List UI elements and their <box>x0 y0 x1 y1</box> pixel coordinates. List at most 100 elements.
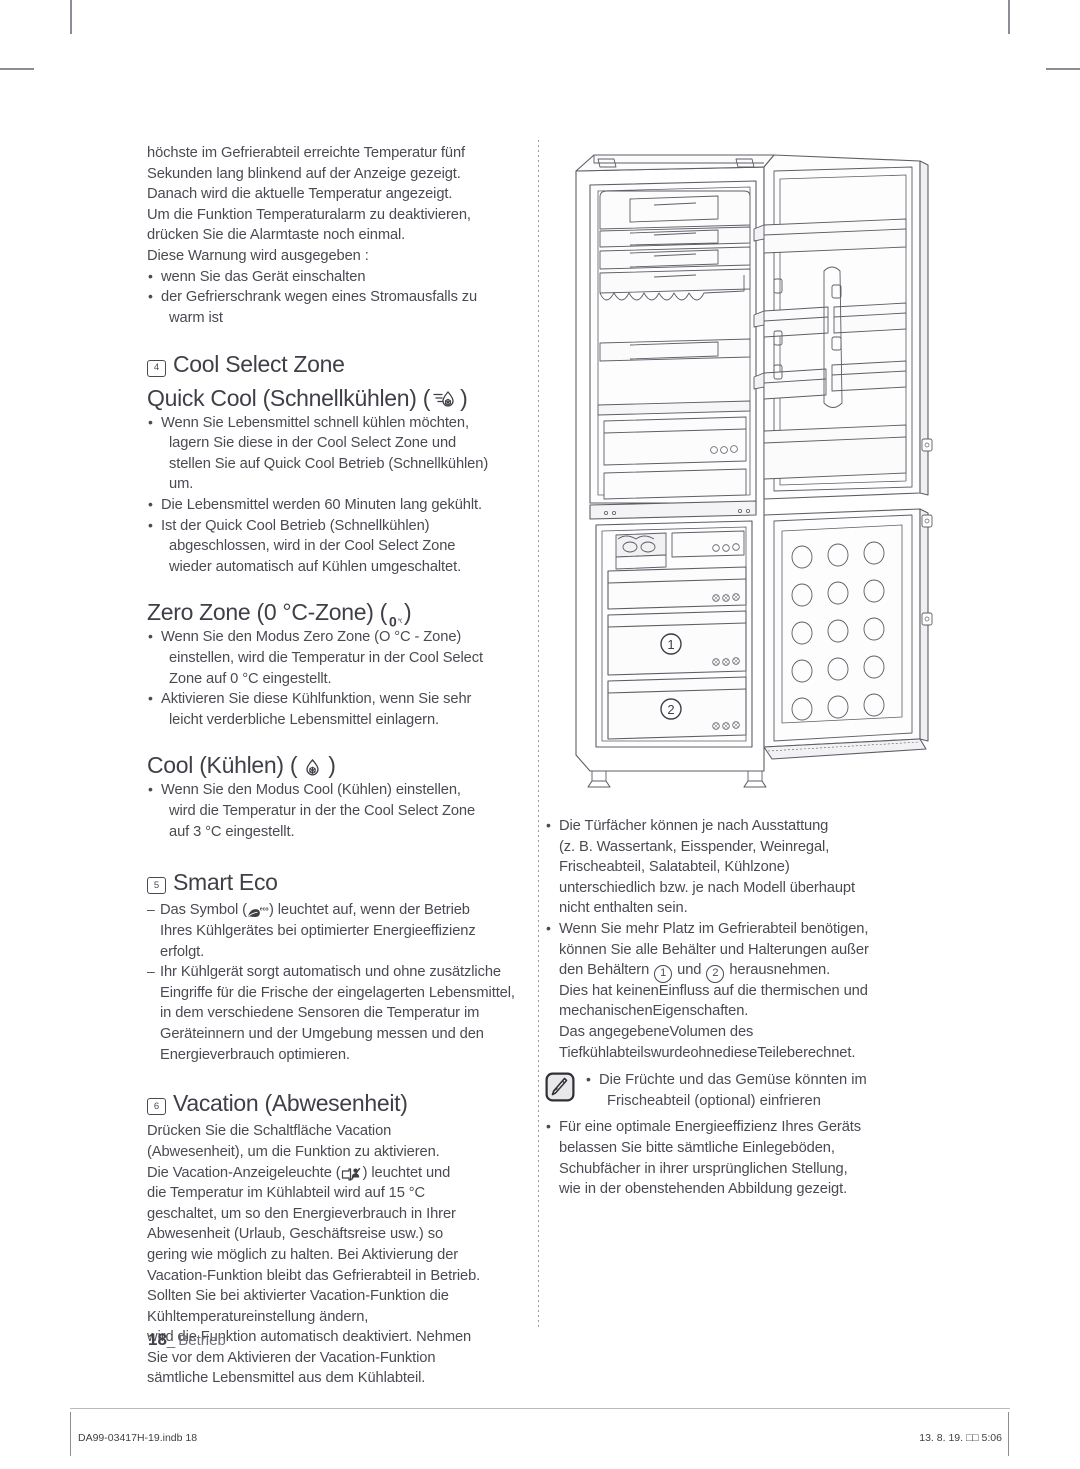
bullet-line: Frischeabteil, Salatabteil, Kühlzone) <box>559 859 790 876</box>
zero-degree-icon: 0 ℃ <box>389 606 405 629</box>
intro-line: höchste im Gefrierabteil erreichte Tempe… <box>147 145 466 161</box>
heading-vacation: 6 Vacation (Abwesenheit) <box>147 1089 529 1117</box>
intro-bullet: der Gefrierschrank wegen eines Stromausf… <box>147 286 529 328</box>
footer-rule <box>70 1408 1010 1409</box>
paragraph-line: Vacation-Funktion bleibt das Gefrierabte… <box>147 1267 481 1284</box>
zero-zone-bullet: Aktivieren Sie diese Kühlfunktion, wenn … <box>147 688 529 730</box>
note-line: Die Früchte und das Gemüse könnten im <box>599 1072 867 1089</box>
intro-line: Danach wird die aktuelle Temperatur ange… <box>147 186 453 203</box>
quick-cool-bullet: Ist der Quick Cool Betrieb (Schnellkühle… <box>147 515 529 578</box>
bullet-line: einstellen, wird die Temperatur in der C… <box>169 649 483 666</box>
bullet-line: mechanischenEigenschaften. <box>559 1003 749 1020</box>
bullet-line: leicht verderbliche Lebensmittel einlage… <box>169 711 440 728</box>
bullet-line: TiefkühlabteilswurdeohnedieseTeileberech… <box>559 1044 856 1061</box>
note-text: Die Früchte und das Gemüse könnten im Fr… <box>585 1069 867 1111</box>
paragraph-line: Die Vacation-Anzeigeleuchte ( <box>147 1164 341 1181</box>
intro-paragraph: höchste im Gefrierabteil erreichte Tempe… <box>147 143 529 267</box>
footer-filename: DA99-03417H-19.indb 18 <box>78 1432 198 1444</box>
item-line: Energieverbrauch optimieren. <box>160 1046 350 1063</box>
item-line: erfolgt. <box>160 943 205 960</box>
paragraph-line: gering wie möglich zu halten. Bei Aktivi… <box>147 1246 459 1263</box>
right-column: Die Türfächer können je nach Ausstattung… <box>545 815 935 1200</box>
bullet-line: warm ist <box>169 309 223 326</box>
page-footer: 18_ Betrieb <box>148 1330 226 1349</box>
energy-efficiency-bullet: Für eine optimale Energieeffizienz Ihres… <box>545 1116 935 1199</box>
paragraph-line: Sie vor dem Aktivieren der Vacation-Funk… <box>147 1349 436 1366</box>
item-line: Ihr Kühlgerät sorgt automatisch und ohne… <box>160 964 501 981</box>
crop-mark-top-left <box>70 0 72 34</box>
door-shelves-bullet: Die Türfächer können je nach Ausstattung… <box>545 815 935 919</box>
bullet-line: Wenn Sie Lebensmittel schnell kühlen möc… <box>161 414 469 431</box>
intro-bullet: wenn Sie das Gerät einschalten <box>147 266 529 288</box>
heading-text-close: ) <box>460 384 468 411</box>
intro-line: Diese Warnung wird ausgegeben : <box>147 247 369 264</box>
text-fragment: und <box>677 962 702 979</box>
cool-bullet: Wenn Sie den Modus Cool (Kühlen) einstel… <box>147 779 529 842</box>
column-divider <box>538 140 539 1330</box>
paragraph-line: (Abwesenheit), um die Funktion zu aktivi… <box>147 1143 440 1160</box>
bullet-line: wie in der obenstehenden Abbildung gezei… <box>559 1181 848 1198</box>
item-line: Ihres Kühlgerätes bei optimierter Energi… <box>160 922 476 939</box>
intro-line: Um die Funktion Temperaturalarm zu deakt… <box>147 206 471 223</box>
svg-text:℃: ℃ <box>397 618 402 625</box>
inline-callout-2: 2 <box>706 964 725 983</box>
quick-cool-bullet: Wenn Sie Lebensmittel schnell kühlen möc… <box>147 412 529 495</box>
heading-text: Quick Cool (Schnellkühlen) ( <box>147 384 431 411</box>
heading-quick-cool: Quick Cool (Schnellkühlen) () <box>147 383 529 413</box>
bullet-line: auf 3 °C eingestellt. <box>169 823 295 840</box>
paragraph-line: Sollten Sie bei aktivierter Vacation-Fun… <box>147 1288 449 1305</box>
item-line: Eingriffe für die Frische der eingelager… <box>160 984 515 1001</box>
bullet-line: wird die Temperatur in der the Cool Sele… <box>169 802 476 819</box>
text-fragment: herausnehmen. <box>729 962 831 979</box>
footer-timestamp: 13. 8. 19. □□ 5:06 <box>919 1432 1002 1444</box>
item-line: in dem verschiedene Sensoren die Tempera… <box>160 1005 480 1022</box>
bullet-line: Ist der Quick Cool Betrieb (Schnellkühle… <box>161 517 430 534</box>
paragraph-line: geschaltet, um so den Energieverbrauch i… <box>147 1205 456 1222</box>
heading-text: Cool (Kühlen) ( <box>147 752 298 779</box>
bullet-line: Wenn Sie mehr Platz im Gefrierabteil ben… <box>559 920 869 937</box>
text-fragment: den Behältern <box>559 962 650 979</box>
crop-mark-right-top <box>1046 68 1080 70</box>
section-number-badge: 4 <box>147 359 166 377</box>
footer-tick-left <box>70 1412 71 1456</box>
bullet-line: Dies hat keinenEinfluss auf die thermisc… <box>559 982 868 999</box>
bullet-line: Zone auf 0 °C eingestellt. <box>169 670 332 687</box>
bullet-line-with-callouts: den Behältern 1 und 2 herausnehmen. <box>559 960 935 983</box>
bullet-line: nicht enthalten sein. <box>559 900 688 917</box>
bullet-line: Aktivieren Sie diese Kühlfunktion, wenn … <box>161 691 472 708</box>
callout-label-1: 1 <box>667 637 674 652</box>
heading-cool: Cool (Kühlen) ( ) <box>147 750 529 780</box>
bullet-line: wieder automatisch auf Kühlen umgeschalt… <box>169 558 462 575</box>
bullet-line: Die Türfächer können je nach Ausstattung <box>559 818 829 834</box>
paragraph-line: sämtliche Lebensmittel aus dem Kühlabtei… <box>147 1370 426 1387</box>
bullet-line: Schubfächer in ihrer ursprünglichen Stel… <box>559 1160 848 1177</box>
section-title: Vacation (Abwesenheit) <box>173 1090 408 1117</box>
zero-zone-bullet: Wenn Sie den Modus Zero Zone (O °C - Zon… <box>147 626 529 689</box>
note-line: Frischeabteil (optional) einfrieren <box>607 1092 821 1109</box>
bullet-line: der Gefrierschrank wegen eines Stromausf… <box>161 289 478 306</box>
bullet-line: belassen Sie bitte sämtliche Einlegeböde… <box>559 1139 835 1156</box>
section-title: Smart Eco <box>173 869 278 896</box>
bullet-line: Wenn Sie den Modus Zero Zone (O °C - Zon… <box>161 629 462 646</box>
bullet-line: (z. B. Wassertank, Eisspender, Weinregal… <box>559 838 830 855</box>
crop-mark-top-right <box>1008 0 1010 34</box>
quick-cool-icon <box>432 387 458 408</box>
section-title: Cool Select Zone <box>173 351 345 378</box>
item-prefix: Das Symbol ( <box>160 902 247 919</box>
bullet-line: unterschiedlich bzw. je nach Modell über… <box>559 879 855 896</box>
intro-line: drücken Sie die Alarmtaste noch einmal. <box>147 227 406 244</box>
bullet-line: Wenn Sie den Modus Cool (Kühlen) einstel… <box>161 782 461 799</box>
bullet-line: abgeschlossen, wird in der Cool Select Z… <box>169 538 456 555</box>
manual-page: höchste im Gefrierabteil erreichte Tempe… <box>0 0 1080 1469</box>
item-line: ) leuchtet auf, wenn der Betrieb <box>268 902 470 919</box>
bullet-line: können Sie alle Behälter und Halterungen… <box>559 941 869 958</box>
bullet-line: lagern Sie diese in der Cool Select Zone… <box>169 435 457 452</box>
note-block: Die Früchte und das Gemüse könnten im Fr… <box>545 1069 935 1111</box>
paragraph-line: Drücken Sie die Schaltfläche Vacation <box>147 1123 392 1140</box>
quick-cool-bullet: Die Lebensmittel werden 60 Minuten lang … <box>147 494 529 516</box>
paragraph-line: ) leuchtet und <box>362 1164 451 1181</box>
page-section-name: Betrieb <box>178 1332 226 1349</box>
note-pen-icon <box>545 1072 575 1102</box>
svg-text:eco: eco <box>260 907 269 913</box>
section-number-badge: 6 <box>147 1098 166 1116</box>
